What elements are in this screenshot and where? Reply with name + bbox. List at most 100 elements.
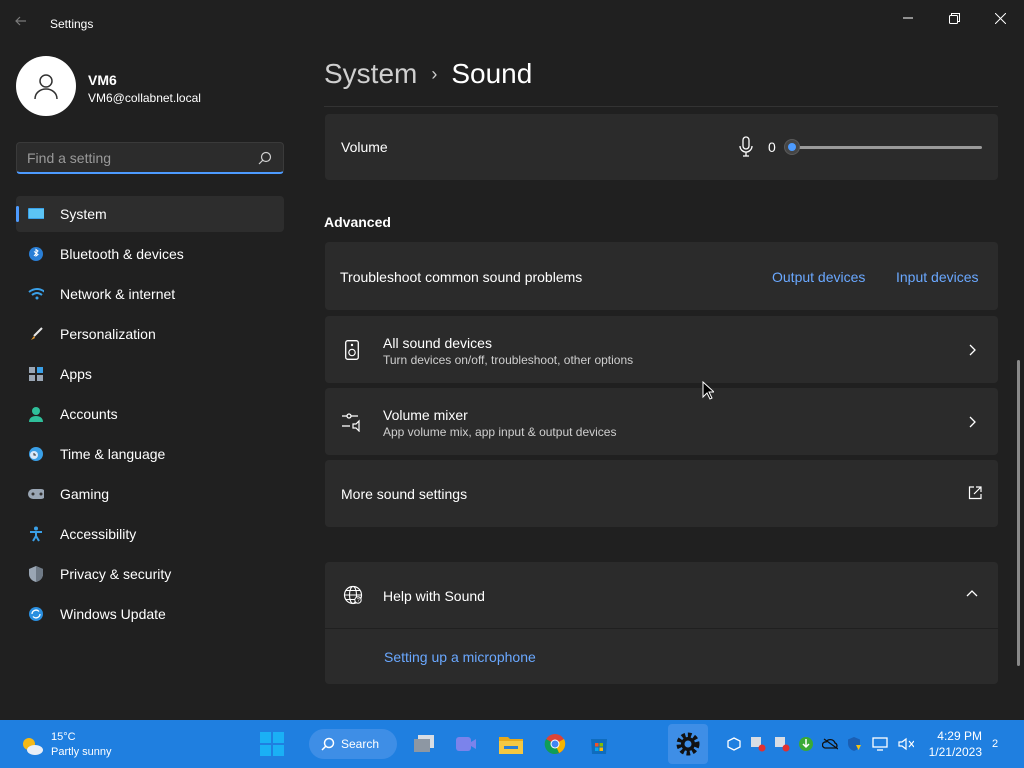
volume-label: Volume: [341, 139, 388, 155]
search-box[interactable]: [16, 142, 284, 174]
volume-mixer-card[interactable]: Volume mixer App volume mix, app input &…: [325, 388, 998, 455]
more-sound-settings-label: More sound settings: [341, 486, 468, 502]
profile-name: VM6: [88, 72, 117, 88]
divider: [324, 106, 998, 107]
virtualbox-tray-icon[interactable]: [726, 736, 742, 752]
microphone-help-link[interactable]: Setting up a microphone: [384, 649, 536, 665]
sidebar-item-accounts[interactable]: Accounts: [16, 396, 284, 432]
chevron-right-icon: [969, 344, 976, 356]
search-icon[interactable]: [257, 150, 273, 166]
volume-mixer-label: Volume mixer: [383, 407, 468, 423]
bluetooth-icon: [28, 246, 44, 262]
sidebar-item-label: Privacy & security: [60, 566, 172, 582]
sidebar-item-personalization[interactable]: Personalization: [16, 316, 284, 352]
speaker-device-icon: [345, 340, 359, 360]
display-tray-icon[interactable]: [872, 736, 888, 752]
search-icon: [321, 737, 335, 751]
minimize-icon: [903, 17, 913, 19]
volume-slider-thumb[interactable]: [784, 139, 800, 155]
help-with-sound-title: Help with Sound: [383, 588, 485, 604]
title-bar: Settings: [0, 0, 1024, 48]
help-with-sound-header[interactable]: ? Help with Sound: [325, 562, 998, 628]
weather-temperature[interactable]: 15°C: [51, 731, 76, 743]
sidebar-item-label: System: [60, 206, 107, 222]
notification-count-badge[interactable]: 2: [992, 738, 998, 750]
sidebar-item-windows-update[interactable]: Windows Update: [16, 596, 284, 632]
back-button[interactable]: [14, 14, 34, 34]
more-sound-settings-card[interactable]: More sound settings: [325, 460, 998, 527]
settings-taskbar-icon[interactable]: [668, 724, 708, 764]
file-explorer-icon[interactable]: [495, 728, 527, 760]
restore-button[interactable]: [936, 6, 972, 30]
taskbar-search-label: Search: [341, 737, 380, 751]
input-devices-link[interactable]: Input devices: [896, 269, 979, 285]
sidebar-item-system[interactable]: System: [16, 196, 284, 232]
apps-icon: [28, 366, 44, 382]
weather-icon[interactable]: [16, 730, 48, 762]
output-devices-link[interactable]: Output devices: [772, 269, 865, 285]
sidebar-item-bluetooth[interactable]: Bluetooth & devices: [16, 236, 284, 272]
all-sound-devices-label: All sound devices: [383, 335, 492, 351]
clock-globe-icon: [28, 446, 44, 462]
security-tray-icon[interactable]: [846, 736, 862, 752]
volume-mixer-description: App volume mix, app input & output devic…: [383, 425, 617, 439]
microsoft-store-icon[interactable]: [583, 728, 615, 760]
chrome-icon[interactable]: [539, 728, 571, 760]
teams-chat-icon[interactable]: [450, 728, 482, 760]
gamepad-icon: [28, 486, 44, 502]
sidebar-item-label: Gaming: [60, 486, 110, 502]
profile-email: VM6@collabnet.local: [88, 91, 201, 105]
sidebar-item-label: Network & internet: [60, 286, 176, 302]
monitor-icon: [28, 206, 44, 222]
sidebar-item-apps[interactable]: Apps: [16, 356, 284, 392]
help-with-sound-body: Setting up a microphone: [325, 629, 998, 684]
task-view-icon[interactable]: [408, 728, 440, 760]
taskbar-search-button[interactable]: Search: [309, 729, 397, 759]
volume-muted-icon[interactable]: [898, 736, 914, 752]
torrent-tray-icon[interactable]: [798, 736, 814, 752]
scrollbar[interactable]: [1017, 360, 1020, 666]
mouse-cursor-icon: [702, 381, 714, 400]
wifi-icon: [28, 286, 44, 302]
sidebar-item-privacy[interactable]: Privacy & security: [16, 556, 284, 592]
sidebar-item-time-language[interactable]: Time & language: [16, 436, 284, 472]
breadcrumb-parent[interactable]: System: [324, 58, 417, 90]
clock-time[interactable]: 4:29 PM: [936, 729, 982, 743]
app-title: Settings: [50, 17, 94, 31]
sidebar-item-accessibility[interactable]: Accessibility: [16, 516, 284, 552]
weather-description[interactable]: Partly sunny: [51, 746, 112, 758]
close-button[interactable]: [982, 6, 1018, 30]
external-link-icon: [968, 486, 982, 500]
start-button[interactable]: [256, 728, 288, 760]
chevron-up-icon: [966, 590, 978, 597]
gear-icon: [676, 732, 700, 756]
search-input[interactable]: [27, 150, 247, 166]
back-arrow-icon: [15, 16, 26, 26]
all-sound-devices-card[interactable]: All sound devices Turn devices on/off, t…: [325, 316, 998, 383]
page-title: Sound: [451, 58, 533, 89]
sidebar-item-label: Bluetooth & devices: [60, 246, 184, 262]
chevron-right-icon: [969, 416, 976, 428]
tray-app-icon[interactable]: [750, 736, 766, 752]
brush-icon: [28, 326, 44, 342]
onedrive-tray-icon[interactable]: [822, 736, 838, 752]
avatar[interactable]: [16, 56, 76, 116]
all-sound-devices-description: Turn devices on/off, troubleshoot, other…: [383, 353, 634, 367]
breadcrumb: System › Sound: [324, 58, 532, 90]
clock-date[interactable]: 1/21/2023: [924, 745, 982, 759]
volume-value: 0: [768, 139, 776, 155]
troubleshoot-label: Troubleshoot common sound problems: [340, 269, 583, 285]
section-title-advanced: Advanced: [324, 214, 391, 230]
sidebar-item-label: Accessibility: [60, 526, 137, 542]
microphone-icon[interactable]: [737, 136, 755, 158]
sidebar-item-gaming[interactable]: Gaming: [16, 476, 284, 512]
svg-text:?: ?: [357, 598, 360, 604]
sidebar-item-label: Apps: [60, 366, 92, 382]
accessibility-icon: [28, 526, 44, 542]
sidebar-item-network[interactable]: Network & internet: [16, 276, 284, 312]
tray-app-icon[interactable]: [774, 736, 790, 752]
minimize-button[interactable]: [890, 6, 926, 30]
shield-icon: [28, 566, 44, 582]
volume-slider[interactable]: [784, 139, 982, 155]
sidebar-nav: System Bluetooth & devices Network & int…: [16, 196, 284, 636]
